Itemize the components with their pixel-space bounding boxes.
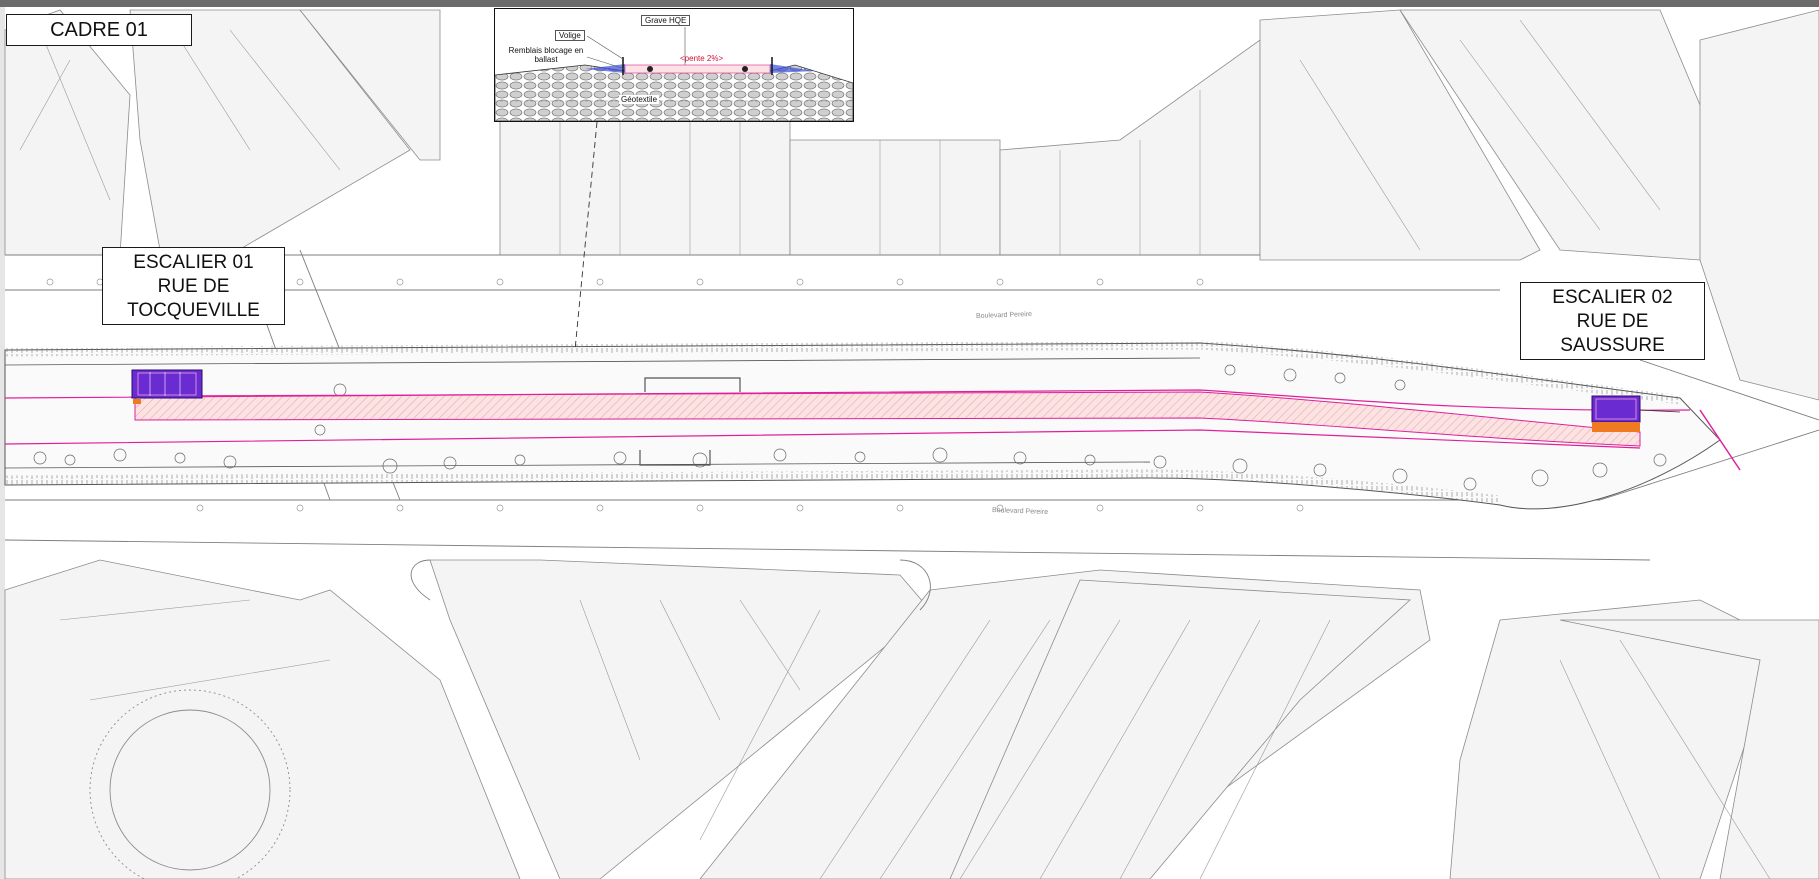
layer-label-grave: Grave HQE [641, 15, 691, 26]
cross-section-inset: Grave HQE Volige Remblais blocage en bal… [494, 8, 854, 122]
staircase-02-street-line1: RUE DE [1576, 311, 1649, 332]
staircase-02-label: ESCALIER 02 RUE DE SAUSSURE [1520, 282, 1705, 360]
frame-title-label: CADRE 01 [6, 14, 192, 46]
staircase-01-label: ESCALIER 01 RUE DE TOCQUEVILLE [102, 247, 285, 325]
staircase-01-street-line2: TOCQUEVILLE [127, 300, 260, 321]
staircase-01-street-line1: RUE DE [157, 276, 230, 297]
map-viewport[interactable]: CADRE 01 ESCALIER 01 RUE DE TOCQUEVILLE … [0, 0, 1819, 879]
slope-label: <pente 2%> [680, 54, 724, 63]
layer-label-remblais: Remblais blocage en ballast [508, 46, 584, 64]
layer-label-geotextile: Géotextile [619, 95, 660, 104]
layer-label-volige: Volige [555, 30, 585, 41]
site-plan-drawing [4, 9, 1819, 879]
staircase-01-title: ESCALIER 01 [133, 252, 254, 273]
staircase-02-title: ESCALIER 02 [1552, 287, 1673, 308]
staircase-02-street-line2: SAUSSURE [1560, 335, 1665, 356]
